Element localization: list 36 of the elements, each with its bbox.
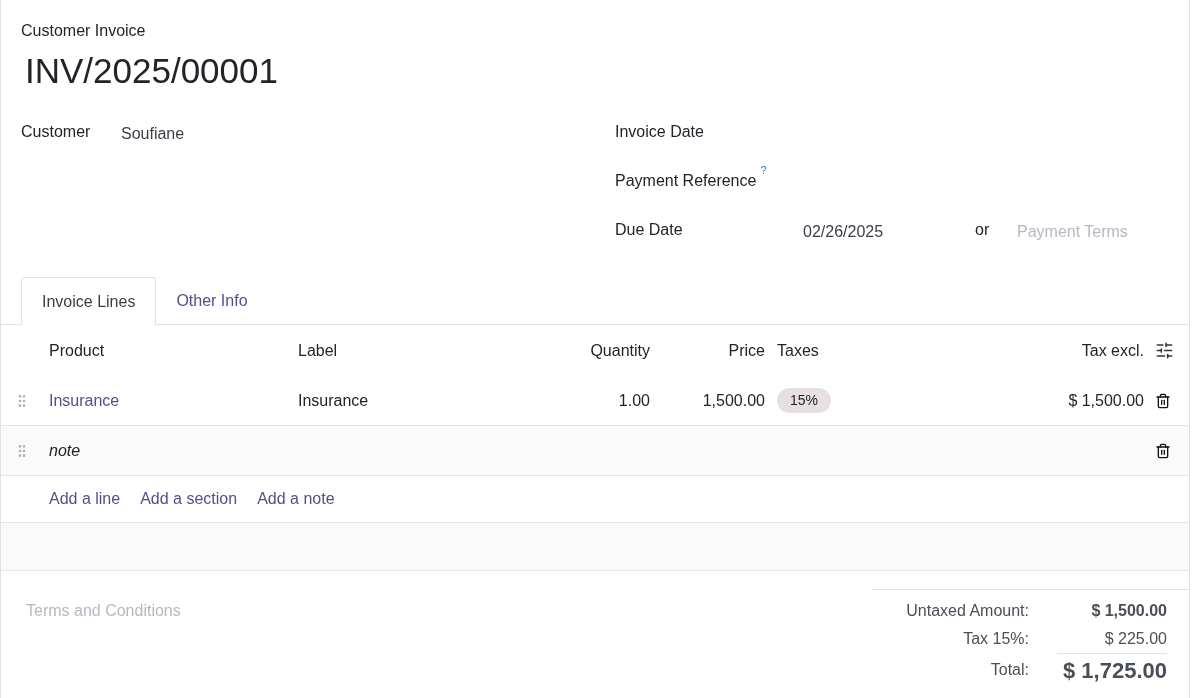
total-value: $ 1,725.00 bbox=[1057, 653, 1167, 687]
table-cell-text: 1,500.00 bbox=[702, 390, 765, 411]
delete-icon[interactable] bbox=[1155, 442, 1171, 459]
total-value: $ 225.00 bbox=[1103, 629, 1167, 649]
invoice-number: INV/2025/00001 bbox=[25, 50, 279, 92]
column-header: Taxes bbox=[776, 340, 819, 361]
column-header: Tax excl. bbox=[1081, 340, 1144, 361]
column-header: Product bbox=[49, 340, 105, 361]
field-label: Customer bbox=[21, 122, 92, 142]
table-cell-text: $ 1,500.00 bbox=[1068, 390, 1144, 411]
tab[interactable]: Invoice Lines bbox=[21, 277, 157, 325]
column-header: Price bbox=[728, 340, 765, 361]
field-label-text: Invoice Date bbox=[615, 122, 704, 142]
total-label: Total: bbox=[990, 660, 1029, 680]
column-header: Label bbox=[298, 340, 338, 361]
tab[interactable]: Other Info bbox=[156, 277, 268, 324]
add-link[interactable]: Add a note bbox=[257, 487, 335, 511]
add-link[interactable]: Add a line bbox=[49, 487, 121, 511]
table-cell-text: 1.00 bbox=[618, 390, 650, 411]
or-text: or bbox=[975, 220, 991, 240]
total-label: Tax 15%: bbox=[963, 629, 1029, 649]
delete-icon[interactable] bbox=[1155, 392, 1171, 409]
field-label-text: Payment Reference bbox=[615, 171, 757, 191]
total-value: $ 1,500.00 bbox=[1090, 601, 1167, 621]
table-cell-text: Insurance bbox=[298, 390, 369, 411]
document-type: Customer Invoice bbox=[21, 21, 147, 41]
add-link[interactable]: Add a section bbox=[140, 487, 238, 511]
note-text: note bbox=[49, 440, 81, 461]
column-settings-icon[interactable] bbox=[1155, 341, 1174, 360]
field-label-text: Due Date bbox=[615, 220, 683, 240]
customer-field[interactable]: Soufiane bbox=[121, 122, 185, 146]
tax-tag: 15% bbox=[777, 388, 832, 413]
product-link[interactable]: Insurance bbox=[49, 388, 120, 413]
due-date-field[interactable]: 02/26/2025 bbox=[803, 220, 975, 244]
column-header: Quantity bbox=[590, 340, 650, 361]
total-label: Untaxed Amount: bbox=[906, 601, 1029, 621]
